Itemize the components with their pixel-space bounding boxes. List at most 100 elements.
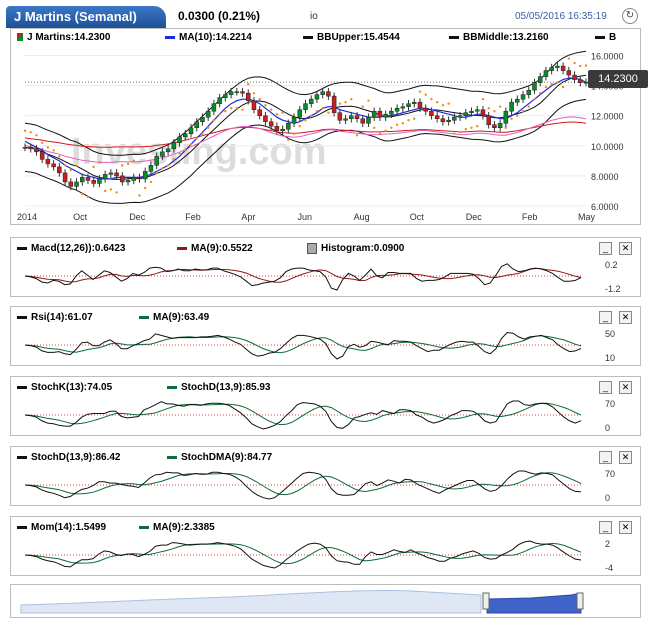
candle-body	[148, 165, 154, 172]
sar-dot	[516, 114, 519, 117]
mom-close-button[interactable]: ✕	[619, 521, 632, 534]
sar-dot	[23, 129, 27, 132]
candle-body	[274, 125, 280, 132]
candle-body	[457, 115, 463, 118]
navigator-left-handle[interactable]	[482, 592, 490, 610]
candle-body	[137, 177, 142, 180]
sar-dot	[430, 97, 433, 101]
sar-dot	[281, 111, 284, 114]
sar-dot	[149, 180, 153, 184]
candle-body	[509, 101, 514, 112]
x-tick-label: Aug	[354, 212, 370, 222]
candle-body	[125, 180, 131, 183]
sar-dot	[161, 167, 164, 170]
candle-body	[160, 151, 165, 157]
candle-body	[572, 74, 577, 80]
sar-dot	[361, 105, 364, 108]
mom-tick-label: -4	[605, 563, 613, 573]
sar-dot	[86, 195, 90, 199]
sar-dot	[121, 164, 124, 167]
candle-body	[543, 70, 549, 77]
sar-dot	[584, 64, 588, 67]
stoch-minimize-button[interactable]: _	[599, 381, 612, 394]
candle-body	[349, 115, 354, 119]
candle-body	[578, 79, 583, 83]
candle-body	[515, 98, 520, 103]
stoch-legend-1: StochK(13):74.05	[17, 382, 112, 393]
sar-dot	[252, 91, 256, 95]
macd-legend-3: Histogram:0.0900	[307, 243, 404, 254]
candle-body	[177, 136, 182, 144]
sar-dot	[58, 155, 61, 158]
candle-body	[286, 122, 291, 130]
sar-dot	[241, 108, 244, 111]
stoch-chart: 70 0	[24, 399, 615, 433]
candle-body	[68, 181, 74, 187]
legend-price: J Martins:14.2300	[17, 32, 110, 43]
rsi-minimize-button[interactable]: _	[599, 311, 612, 324]
stochd-minimize-button[interactable]: _	[599, 451, 612, 464]
stochd-chart: 70 0	[24, 469, 615, 503]
sar-dot	[275, 113, 279, 116]
macd-minimize-button[interactable]: _	[599, 242, 612, 255]
navigator-panel[interactable]	[10, 584, 641, 618]
sar-dot	[464, 128, 467, 131]
sar-dot	[92, 165, 95, 169]
sar-dot	[235, 106, 239, 110]
candle-body	[503, 110, 509, 124]
candle-body	[280, 129, 285, 132]
candle-body	[497, 122, 503, 129]
x-tick-label: Dec	[466, 212, 483, 222]
candle-body	[251, 100, 257, 110]
macd-legend: Macd(12,26)):0.6423 MA(9):0.5522 Histogr…	[17, 243, 577, 255]
candle-body	[74, 181, 79, 187]
sar-dot	[201, 132, 204, 135]
stoch-signal-line	[24, 402, 582, 426]
candle-body	[366, 116, 371, 124]
sar-dot	[441, 103, 445, 107]
sar-dot	[407, 119, 410, 122]
sar-dot	[224, 110, 227, 113]
x-tick-label: Oct	[410, 212, 425, 222]
x-tick-label: Feb	[185, 212, 201, 222]
sar-dot	[498, 105, 502, 108]
candle-body	[291, 116, 297, 124]
candle-body	[308, 98, 314, 104]
refresh-icon[interactable]: ↻	[622, 8, 638, 24]
candle-body	[97, 178, 102, 184]
sar-dot	[212, 119, 216, 122]
candle-body	[171, 142, 177, 150]
sar-dot	[550, 82, 553, 86]
sar-dot	[132, 159, 135, 163]
candle-body	[57, 166, 62, 174]
stoch-close-button[interactable]: ✕	[619, 381, 632, 394]
sar-dot	[166, 164, 170, 167]
stoch-tick-label: 70	[605, 399, 615, 409]
sar-dot	[493, 110, 496, 113]
stochd-signal-line	[24, 472, 582, 496]
y-tick-label: 10.0000	[591, 142, 624, 152]
x-tick-label: 2014	[17, 212, 37, 222]
candle-body	[406, 103, 411, 107]
sar-dot	[367, 99, 370, 102]
candle-body	[520, 94, 526, 100]
candle-body	[234, 91, 240, 93]
rsi-close-button[interactable]: ✕	[619, 311, 632, 324]
x-tick-label: Oct	[73, 212, 88, 222]
candle-body	[371, 110, 377, 118]
stochd-close-button[interactable]: ✕	[619, 451, 632, 464]
sar-dot	[556, 81, 559, 84]
mom-panel: Mom(14):1.5499 MA(9):2.3385 _ ✕ 2 -4	[10, 516, 641, 576]
macd-close-button[interactable]: ✕	[619, 242, 632, 255]
candle-body	[394, 107, 400, 112]
sar-dot	[458, 131, 462, 134]
navigator-right-handle[interactable]	[576, 592, 584, 610]
candle-body	[480, 109, 486, 116]
legend-bbmiddle: BBMiddle:13.2160	[449, 32, 549, 43]
candle-body	[429, 110, 434, 116]
sar-dot	[521, 110, 525, 113]
mom-minimize-button[interactable]: _	[599, 521, 612, 534]
sar-dot	[258, 97, 261, 101]
candle-body	[526, 89, 532, 95]
sar-dot	[155, 171, 158, 175]
